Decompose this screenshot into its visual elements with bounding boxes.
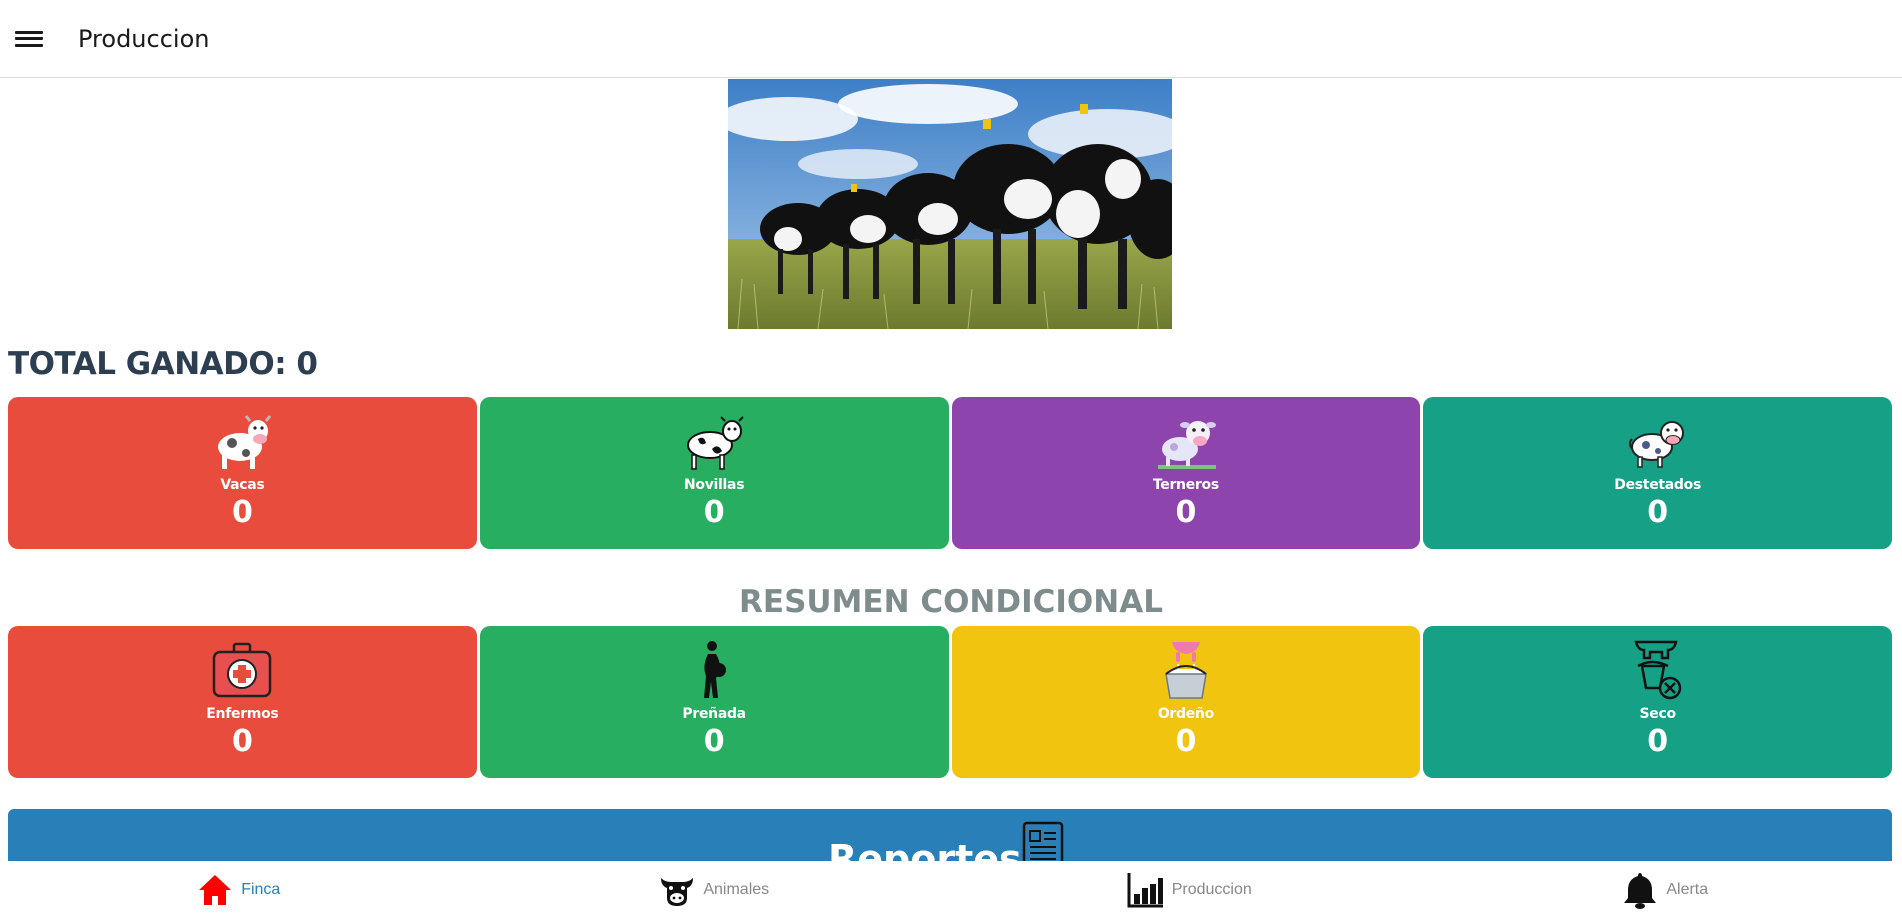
bell-icon bbox=[1624, 872, 1657, 909]
card-label: Enfermos bbox=[206, 706, 279, 722]
cows-hero-image bbox=[728, 79, 1172, 329]
bottom-navigation: Finca Animales Produccion Alerta bbox=[0, 861, 1902, 918]
card-value: 0 bbox=[1647, 495, 1669, 530]
card-value: 0 bbox=[703, 724, 725, 759]
card-value: 0 bbox=[703, 495, 725, 530]
card-label: Preñada bbox=[682, 706, 746, 722]
card-value: 0 bbox=[1175, 495, 1197, 530]
card-value: 0 bbox=[231, 495, 253, 530]
card-novillas[interactable]: Novillas 0 bbox=[479, 397, 949, 549]
nav-alerta-label: Alerta bbox=[1666, 880, 1709, 898]
nav-finca-label: Finca bbox=[241, 880, 281, 898]
card-value: 0 bbox=[1175, 724, 1197, 759]
milk-bucket-icon bbox=[1164, 642, 1207, 699]
card-vacas[interactable]: Vacas 0 bbox=[8, 397, 477, 549]
top-app-bar: Produccion bbox=[0, 0, 1902, 78]
nav-animales[interactable]: Animales bbox=[476, 861, 952, 918]
card-label: Destetados bbox=[1614, 477, 1701, 493]
cow-head-icon bbox=[661, 877, 694, 906]
card-enfermos[interactable]: Enfermos 0 bbox=[8, 626, 477, 778]
card-label: Vacas bbox=[220, 477, 265, 493]
first-aid-kit-icon bbox=[213, 642, 272, 698]
total-cattle-heading: TOTAL GANADO: 0 bbox=[8, 346, 318, 382]
pregnant-icon bbox=[704, 641, 727, 698]
card-terneros[interactable]: Terneros 0 bbox=[951, 397, 1421, 549]
conditional-summary-title: RESUMEN CONDICIONAL bbox=[739, 584, 1163, 620]
cows-photo bbox=[728, 79, 1172, 329]
page-title: Produccion bbox=[78, 24, 210, 53]
card-label: Terneros bbox=[1152, 477, 1219, 493]
menu-icon[interactable] bbox=[15, 29, 43, 49]
card-value: 0 bbox=[231, 724, 253, 759]
nav-produccion-label: Produccion bbox=[1171, 880, 1252, 898]
home-icon bbox=[199, 874, 232, 905]
nav-alerta[interactable]: Alerta bbox=[1427, 861, 1902, 918]
card-value: 0 bbox=[1647, 724, 1669, 759]
cattle-summary-cards: Vacas 0 Novillas 0 Terneros 0 Destetados… bbox=[8, 397, 1892, 549]
heifer-icon bbox=[687, 416, 744, 470]
nav-produccion[interactable]: Produccion bbox=[951, 861, 1427, 918]
card-prenada[interactable]: Preñada 0 bbox=[479, 626, 949, 778]
card-label: Novillas bbox=[684, 477, 745, 493]
bar-chart-icon bbox=[1127, 872, 1163, 907]
card-destetados[interactable]: Destetados 0 bbox=[1423, 397, 1892, 549]
weaned-icon bbox=[1628, 421, 1684, 468]
calf-icon bbox=[1157, 421, 1216, 469]
card-label: Seco bbox=[1639, 706, 1676, 722]
card-ordeno[interactable]: Ordeño 0 bbox=[951, 626, 1421, 778]
nav-animales-label: Animales bbox=[703, 880, 770, 898]
card-seco[interactable]: Seco 0 bbox=[1423, 626, 1892, 778]
cow-icon bbox=[218, 415, 272, 469]
conditional-summary-cards: Enfermos 0 Preñada 0 Ordeño 0 Seco 0 bbox=[8, 626, 1892, 778]
card-label: Ordeño bbox=[1157, 706, 1214, 722]
dry-udder-icon bbox=[1634, 640, 1681, 700]
nav-finca[interactable]: Finca bbox=[0, 861, 476, 918]
